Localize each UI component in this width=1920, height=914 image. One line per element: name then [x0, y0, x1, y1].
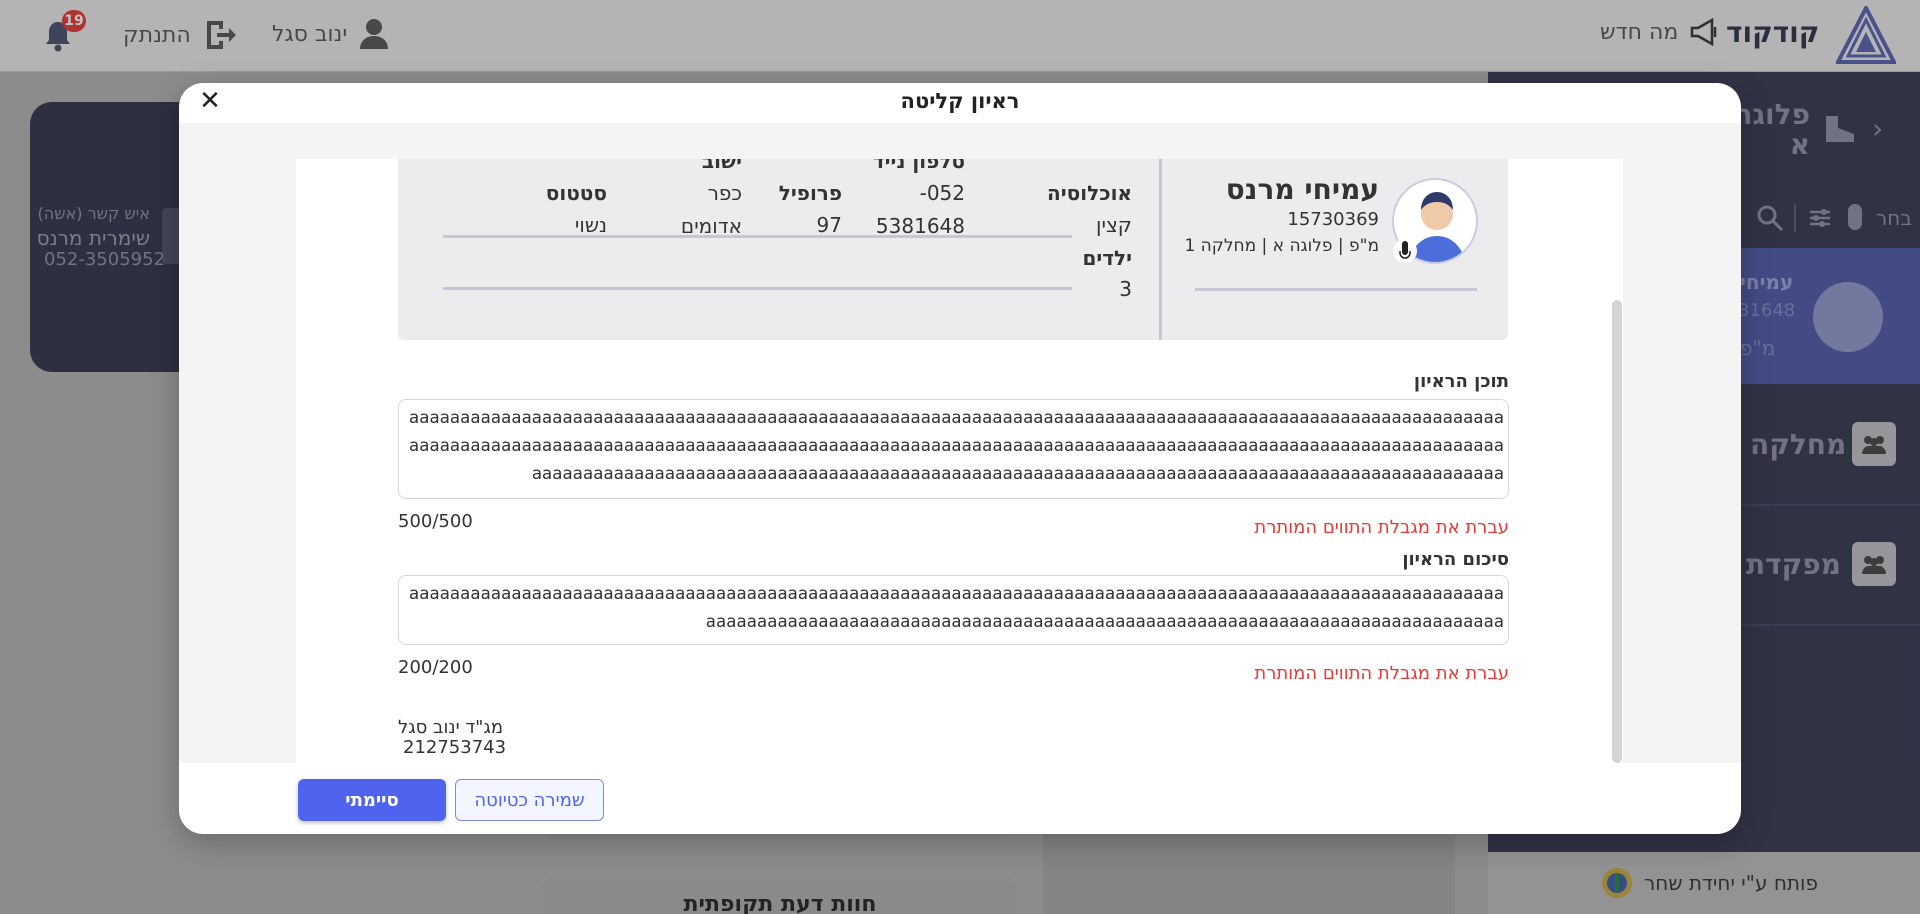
profile-id: 15730369: [1287, 209, 1379, 230]
summary-label: סיכום הראיון: [1402, 549, 1509, 570]
field-status-value: נשוי: [574, 213, 607, 237]
field-settlement-label: ישוב: [701, 159, 742, 173]
field-population-value: קצין: [1096, 213, 1132, 237]
close-icon[interactable]: ✕: [195, 87, 225, 117]
modal-title: ראיון קליטה: [900, 89, 1020, 113]
interview-content-label: תוכן הראיון: [1413, 371, 1509, 392]
profile-name: עמיחי מרנס: [1225, 173, 1379, 206]
field-population-label: אוכלוסיה: [1047, 181, 1132, 205]
microphone-icon: [1393, 239, 1417, 263]
done-button[interactable]: סיימתי: [298, 779, 446, 821]
interviewer-name: מג"ד ינוב סגל: [398, 717, 504, 738]
interview-content-error: עברת את מגבלת התווים המותרת: [1254, 517, 1509, 538]
profile-underline: [1195, 288, 1477, 291]
field-status-label: סטטוס: [545, 181, 607, 205]
interview-content-counter: 500/500: [398, 511, 473, 532]
fields-clip: אוכלוסיה קצין טלפון נייד -052 5381648 פר…: [419, 159, 1139, 340]
interviewer-id: 212753743: [403, 737, 507, 758]
field-profile-value: 97: [816, 213, 842, 237]
fields-row-line: [443, 235, 1072, 238]
interview-modal: ראיון קליטה ✕ עמיחי מרנס 15730369 מ"פ | …: [179, 83, 1741, 834]
field-phone-value-1: -052: [919, 181, 965, 205]
field-profile-label: פרופיל: [778, 181, 842, 205]
field-settlement-value-1: כפר: [707, 181, 742, 205]
profile-role: מ"פ | פלוגה א | מחלקה 1: [1184, 236, 1379, 256]
scrollbar[interactable]: [1612, 300, 1622, 763]
interview-content-textarea[interactable]: aaaaaaaaaaaaaaaaaaaaaaaaaaaaaaaaaaaaaaaa…: [398, 399, 1509, 499]
summary-textarea[interactable]: aaaaaaaaaaaaaaaaaaaaaaaaaaaaaaaaaaaaaaaa…: [398, 575, 1509, 645]
fields-bottom-line: [443, 287, 1072, 290]
field-children-label: ילדים: [1082, 246, 1132, 270]
save-draft-button[interactable]: שמירה כטיוטה: [455, 779, 604, 821]
summary-error: עברת את מגבלת התווים המותרת: [1254, 663, 1509, 684]
summary-counter: 200/200: [398, 657, 473, 678]
field-phone-label: טלפון נייד: [872, 159, 965, 173]
